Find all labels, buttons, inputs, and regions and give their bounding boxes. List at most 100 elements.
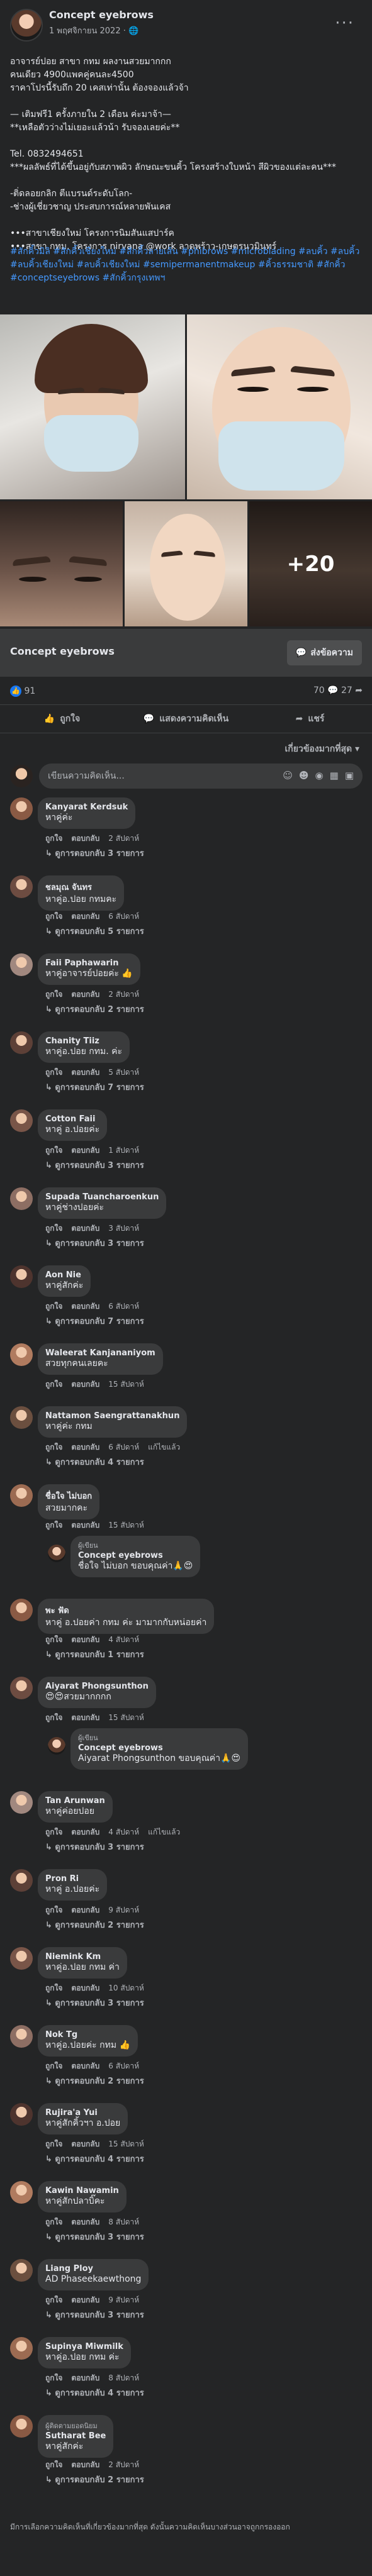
reply-comment-button[interactable]: ตอบกลับ xyxy=(71,912,99,921)
comment-timestamp[interactable]: 15 สัปดาห์ xyxy=(108,1521,144,1530)
send-message-button[interactable]: 💬 ส่งข้อความ xyxy=(286,640,362,665)
reply-comment-button[interactable]: ตอบกลับ xyxy=(71,2460,99,2469)
view-replies-link[interactable]: ↳ ดูการตอบกลับ 3 รายการ xyxy=(45,2230,144,2243)
reply-comment-button[interactable]: ตอบกลับ xyxy=(71,1521,99,1530)
commenter-avatar[interactable] xyxy=(10,875,33,898)
commenter-name[interactable]: ชื่อใจ ไม่บอก xyxy=(45,1489,92,1502)
reply-comment-button[interactable]: ตอบกลับ xyxy=(71,1713,99,1722)
comment-timestamp[interactable]: 15 สัปดาห์ xyxy=(108,2140,144,2148)
view-replies-link[interactable]: ↳ ดูการตอบกลับ 4 รายการ xyxy=(45,2152,144,2165)
commenter-name[interactable]: ชลมุณ จันทร xyxy=(45,880,116,894)
commenter-avatar[interactable] xyxy=(10,2103,33,2126)
reaction-count[interactable]: 91 xyxy=(24,686,35,696)
page-link-bar[interactable]: Concept eyebrows 💬 ส่งข้อความ xyxy=(0,629,372,677)
comment-timestamp[interactable]: 15 สัปดาห์ xyxy=(108,1380,144,1389)
like-comment-button[interactable]: ถูกใจ xyxy=(45,1068,62,1077)
camera-icon[interactable]: ◉ xyxy=(315,770,324,781)
comment-timestamp[interactable]: 1 สัปดาห์ xyxy=(108,1146,139,1155)
like-reaction-icon[interactable]: 👍 xyxy=(10,686,21,697)
photo-4[interactable] xyxy=(125,501,247,626)
view-replies-link[interactable]: ↳ ดูการตอบกลับ 2 รายการ xyxy=(45,2074,144,2087)
post-hashtags[interactable]: #สักคิ้วมิลิ #สักคิ้วเชียงใหม่ #สักคิ้วล… xyxy=(10,245,363,285)
gif-icon[interactable]: ▦ xyxy=(330,770,339,781)
reply-comment-button[interactable]: ตอบกลับ xyxy=(71,990,99,999)
like-comment-button[interactable]: ถูกใจ xyxy=(45,990,62,999)
like-comment-button[interactable]: ถูกใจ xyxy=(45,912,62,921)
comment-timestamp[interactable]: 9 สัปดาห์ xyxy=(108,2296,139,2304)
commenter-name[interactable]: พะ ฟัด xyxy=(45,1604,206,1617)
commenter-name[interactable]: Supada Tuancharoenkun xyxy=(45,1192,159,1202)
reply-comment-button[interactable]: ตอบกลับ xyxy=(71,1828,99,1836)
comment-timestamp[interactable]: 4 สัปดาห์ xyxy=(108,1635,139,1644)
like-comment-button[interactable]: ถูกใจ xyxy=(45,2373,62,2382)
like-comment-button[interactable]: ถูกใจ xyxy=(45,1224,62,1233)
sticker-icon[interactable]: ▣ xyxy=(345,770,354,781)
reply-comment-button[interactable]: ตอบกลับ xyxy=(71,1224,99,1233)
reply-comment-button[interactable]: ตอบกลับ xyxy=(71,2373,99,2382)
view-replies-link[interactable]: ↳ ดูการตอบกลับ 2 รายการ xyxy=(45,1002,144,1016)
comment-timestamp[interactable]: 2 สัปดาห์ xyxy=(108,2460,139,2469)
commenter-avatar[interactable] xyxy=(10,1031,33,1054)
comment-timestamp[interactable]: 6 สัปดาห์ xyxy=(108,2062,139,2070)
current-user-avatar[interactable] xyxy=(10,765,33,787)
comment-timestamp[interactable]: 6 สัปดาห์ xyxy=(108,1443,139,1452)
commenter-avatar[interactable] xyxy=(10,2181,33,2204)
reply-comment-button[interactable]: ตอบกลับ xyxy=(71,1146,99,1155)
view-replies-link[interactable]: ↳ ดูการตอบกลับ 1 รายการ xyxy=(45,1648,144,1661)
commenter-avatar[interactable] xyxy=(10,1406,33,1429)
comment-timestamp[interactable]: 6 สัปดาห์ xyxy=(108,1302,139,1311)
like-button[interactable]: 👍 ถูกใจ xyxy=(0,705,124,733)
like-comment-button[interactable]: ถูกใจ xyxy=(45,1380,62,1389)
view-replies-link[interactable]: ↳ ดูการตอบกลับ 7 รายการ xyxy=(45,1080,144,1094)
like-comment-button[interactable]: ถูกใจ xyxy=(45,2296,62,2304)
link-title[interactable]: Concept eyebrows xyxy=(10,645,115,657)
reply-comment-button[interactable]: ตอบกลับ xyxy=(71,1906,99,1914)
comment-timestamp[interactable]: 5 สัปดาห์ xyxy=(108,1068,139,1077)
commenter-avatar[interactable] xyxy=(10,953,33,976)
comment-timestamp[interactable]: 3 สัปดาห์ xyxy=(108,1224,139,1233)
comment-count[interactable]: 70 xyxy=(313,686,325,696)
commenter-name[interactable]: Cotton Faii xyxy=(45,1114,99,1124)
commenter-name[interactable]: Liang Ploy xyxy=(45,2264,141,2273)
commenter-name[interactable]: Chanity Tiiz xyxy=(45,1036,122,1046)
view-replies-link[interactable]: ↳ ดูการตอบกลับ 2 รายการ xyxy=(45,1918,144,1931)
like-comment-button[interactable]: ถูกใจ xyxy=(45,1906,62,1914)
commenter-name[interactable]: Supinya Miwmilk xyxy=(45,2342,123,2351)
reply-comment-button[interactable]: ตอบกลับ xyxy=(71,834,99,843)
commenter-avatar[interactable] xyxy=(10,797,33,820)
photo-1[interactable] xyxy=(0,314,185,499)
comment-timestamp[interactable]: 4 สัปดาห์ xyxy=(108,1828,139,1836)
commenter-name[interactable]: Kanyarat Kerdsuk xyxy=(45,802,128,812)
commenter-avatar[interactable] xyxy=(10,1947,33,1970)
like-comment-button[interactable]: ถูกใจ xyxy=(45,1521,62,1530)
view-replies-link[interactable]: ↳ ดูการตอบกลับ 3 รายการ xyxy=(45,1158,144,1172)
like-comment-button[interactable]: ถูกใจ xyxy=(45,1713,62,1722)
comment-timestamp[interactable]: 6 สัปดาห์ xyxy=(108,912,139,921)
avatar-sticker-icon[interactable]: ☺ xyxy=(283,770,293,781)
like-comment-button[interactable]: ถูกใจ xyxy=(45,1146,62,1155)
page-name[interactable]: Concept eyebrows xyxy=(49,9,154,21)
comment-timestamp[interactable]: 8 สัปดาห์ xyxy=(108,2373,139,2382)
post-date[interactable]: 1 พฤศจิกายน 2022 · 🌐 xyxy=(49,24,138,37)
like-comment-button[interactable]: ถูกใจ xyxy=(45,2062,62,2070)
like-comment-button[interactable]: ถูกใจ xyxy=(45,1302,62,1311)
like-comment-button[interactable]: ถูกใจ xyxy=(45,1635,62,1644)
like-comment-button[interactable]: ถูกใจ xyxy=(45,2140,62,2148)
like-comment-button[interactable]: ถูกใจ xyxy=(45,834,62,843)
commenter-avatar[interactable] xyxy=(10,1869,33,1892)
view-replies-link[interactable]: ↳ ดูการตอบกลับ 7 รายการ xyxy=(45,1314,144,1328)
commenter-avatar[interactable] xyxy=(10,2337,33,2360)
reply-comment-button[interactable]: ตอบกลับ xyxy=(71,1068,99,1077)
reply-comment-button[interactable]: ตอบกลับ xyxy=(71,1302,99,1311)
photo-3[interactable] xyxy=(0,501,123,626)
commenter-name[interactable]: Pron Ri xyxy=(45,1874,99,1884)
reply-comment-button[interactable]: ตอบกลับ xyxy=(71,1984,99,1992)
commenter-avatar[interactable] xyxy=(10,1109,33,1132)
more-options-icon[interactable]: ··· xyxy=(335,14,354,33)
view-replies-link[interactable]: ↳ ดูการตอบกลับ 5 รายการ xyxy=(45,924,144,938)
reply-comment-button[interactable]: ตอบกลับ xyxy=(71,1443,99,1452)
reply-author-name[interactable]: Concept eyebrows xyxy=(78,1551,193,1560)
comment-timestamp[interactable]: 10 สัปดาห์ xyxy=(108,1984,144,1992)
reply-comment-button[interactable]: ตอบกลับ xyxy=(71,2296,99,2304)
commenter-avatar[interactable] xyxy=(10,1599,33,1621)
